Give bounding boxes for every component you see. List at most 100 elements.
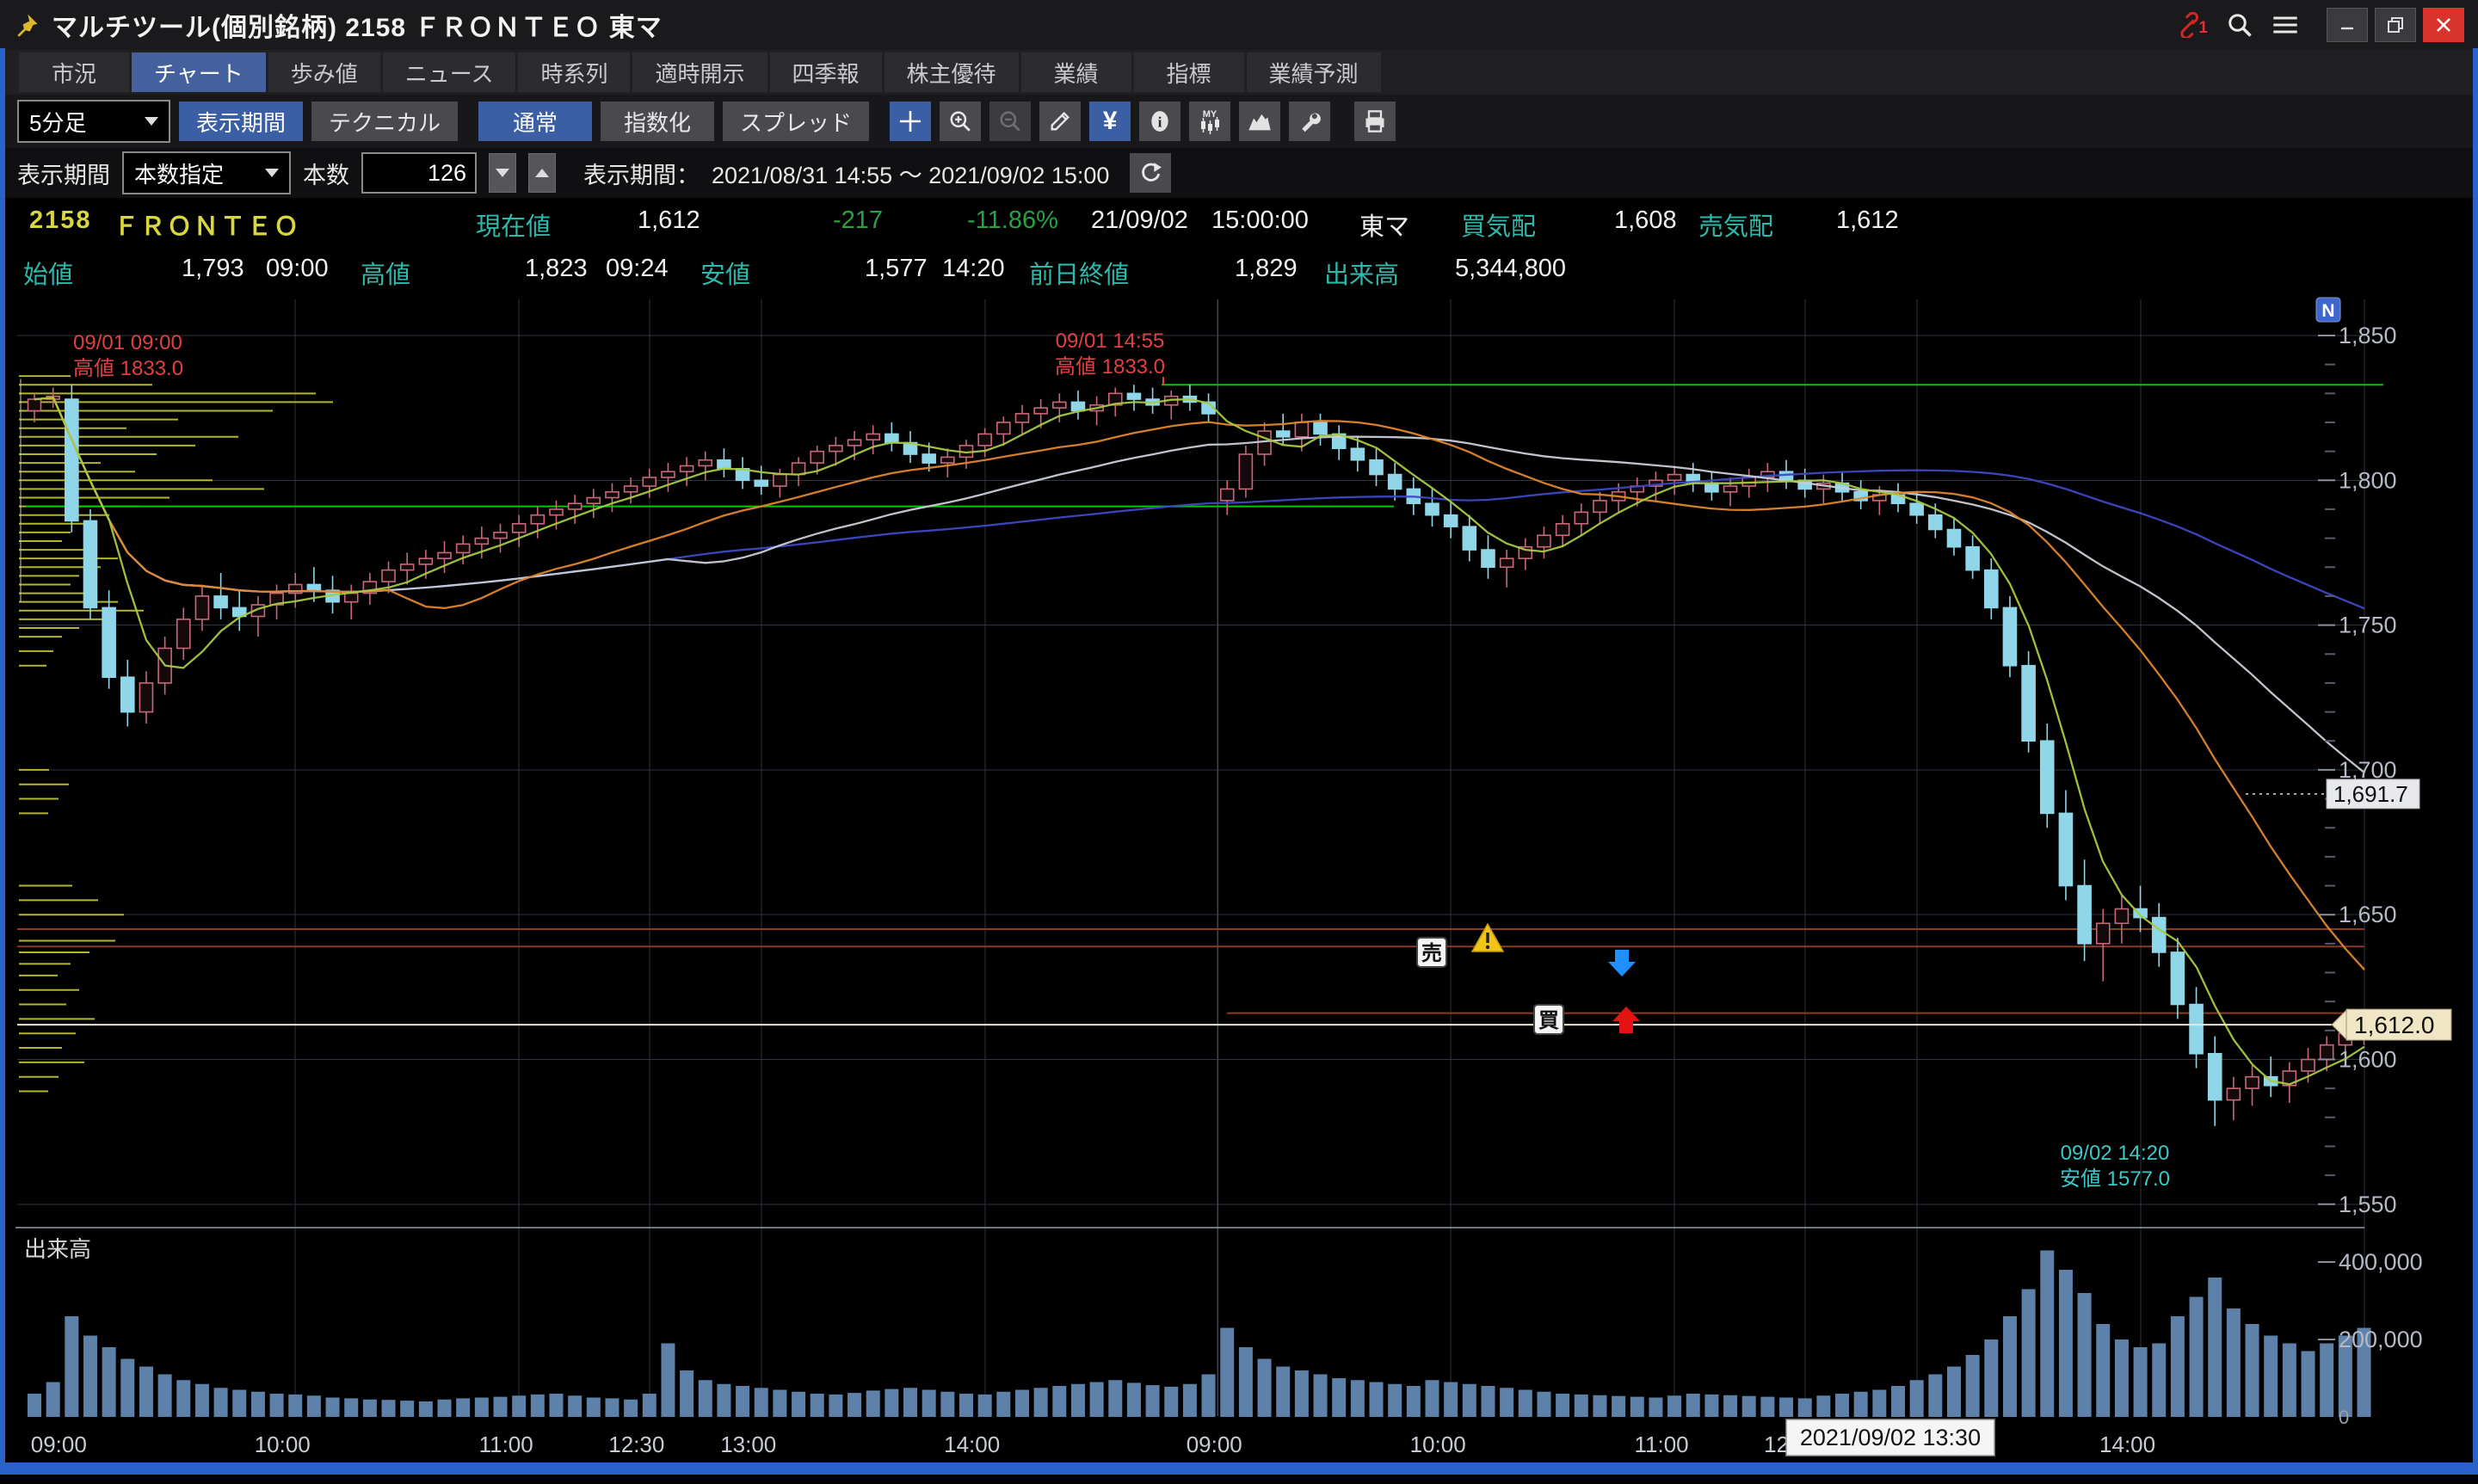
- price-change: -217: [833, 206, 883, 235]
- tab-shikiho[interactable]: 四季報: [770, 52, 882, 92]
- chart-toolbar: 5分足 表示期間 テクニカル 通常 指数化 スプレッド ¥ i MY: [5, 95, 2473, 148]
- count-mode-select[interactable]: 本数指定: [122, 151, 291, 194]
- title-bar: マルチツール(個別銘柄) 2158 ＦＲＯＮＴＥＯ 東マ 1: [0, 0, 2478, 50]
- svg-text:12:30: 12:30: [608, 1432, 664, 1457]
- range-value: 2021/08/31 14:55 ～ 2021/09/02 15:00: [712, 157, 1109, 190]
- indexed-button[interactable]: 指数化: [601, 102, 714, 141]
- ask-price: 1,612: [1836, 206, 1899, 235]
- svg-text:安値 1577.0: 安値 1577.0: [2060, 1167, 2170, 1191]
- draw-pencil-button[interactable]: [1039, 102, 1081, 141]
- close-button[interactable]: [2423, 8, 2464, 42]
- last-price: 1,612: [638, 206, 700, 235]
- svg-text:09:00: 09:00: [31, 1432, 87, 1457]
- tab-forecast[interactable]: 業績予測: [1247, 52, 1381, 92]
- svg-text:09/01 09:00: 09/01 09:00: [73, 331, 182, 354]
- link-group-number: 1: [2198, 19, 2208, 38]
- price-change-pct: -11.86%: [967, 206, 1058, 235]
- stock-code: 2158: [29, 206, 92, 235]
- low-label: 安値: [700, 255, 750, 291]
- tab-disclosure[interactable]: 適時開示: [632, 52, 767, 92]
- bid-label: 買気配: [1461, 206, 1536, 243]
- prev-close-label: 前日終値: [1029, 255, 1129, 291]
- svg-text:1,691.7: 1,691.7: [2333, 781, 2408, 807]
- quote-row-2: 始値 1,793 09:00 高値 1,823 09:24 安値 1,577 1…: [5, 246, 2473, 294]
- svg-text:1,600: 1,600: [2339, 1047, 2397, 1073]
- svg-text:出来高: 出来高: [24, 1236, 91, 1262]
- count-mode-value: 本数指定: [134, 157, 224, 189]
- svg-text:0: 0: [2339, 1407, 2349, 1428]
- settings-wrench-button[interactable]: [1289, 102, 1330, 141]
- quote-date: 21/09/02: [1091, 206, 1188, 235]
- display-period-button[interactable]: 表示期間: [179, 102, 303, 141]
- zoom-in-button[interactable]: [940, 102, 981, 141]
- svg-text:09:00: 09:00: [1187, 1432, 1242, 1457]
- svg-text:13:00: 13:00: [720, 1432, 776, 1457]
- tab-earnings[interactable]: 業績: [1021, 52, 1131, 92]
- svg-text:09/02 14:20: 09/02 14:20: [2061, 1142, 2170, 1165]
- quote-time: 15:00:00: [1211, 206, 1309, 235]
- tab-indicators[interactable]: 指標: [1134, 52, 1244, 92]
- my-indicator-button[interactable]: MY: [1189, 102, 1230, 141]
- zoom-out-button[interactable]: [989, 102, 1031, 141]
- tab-news[interactable]: ニュース: [383, 52, 516, 92]
- high-price: 1,823: [525, 255, 588, 283]
- count-label: 本数: [303, 157, 349, 190]
- technical-button[interactable]: テクニカル: [311, 102, 458, 141]
- period-settings-label: 表示期間: [17, 157, 110, 190]
- open-price: 1,793: [182, 255, 244, 283]
- count-increment-button[interactable]: [528, 153, 556, 193]
- svg-text:400,000: 400,000: [2339, 1249, 2423, 1275]
- menu-icon[interactable]: [2272, 14, 2299, 36]
- svg-text:1,612.0: 1,612.0: [2354, 1012, 2434, 1038]
- restore-button[interactable]: [2375, 8, 2416, 42]
- svg-text:1,800: 1,800: [2339, 467, 2397, 493]
- link-group-icon[interactable]: 1: [2176, 12, 2208, 38]
- bid-price: 1,608: [1614, 206, 1677, 235]
- window-bottom-border: [0, 1462, 2478, 1475]
- svg-text:11:00: 11:00: [479, 1432, 533, 1457]
- news-badge[interactable]: N: [2316, 298, 2340, 322]
- open-time: 09:00: [266, 255, 329, 283]
- candlestick-chart[interactable]: 出来高1,8501,8001,7501,7001,6501,6001,55040…: [0, 296, 2478, 1480]
- tab-chart[interactable]: チャート: [132, 52, 266, 92]
- svg-text:N: N: [2321, 301, 2334, 321]
- tab-tick[interactable]: 歩み値: [268, 52, 380, 92]
- minimize-button[interactable]: [2327, 8, 2368, 42]
- tab-bar: 市況 チャート 歩み値 ニュース 時系列 適時開示 四季報 株主優待 業績 指標…: [5, 50, 2473, 95]
- ask-label: 売気配: [1698, 206, 1773, 243]
- range-label: 表示期間：: [583, 157, 700, 190]
- search-icon[interactable]: [2227, 12, 2253, 38]
- svg-text:11:00: 11:00: [1635, 1432, 1689, 1457]
- yen-axis-button[interactable]: ¥: [1089, 102, 1131, 141]
- high-time: 09:24: [606, 255, 669, 283]
- volume-value: 5,344,800: [1455, 255, 1566, 283]
- prev-close: 1,829: [1235, 255, 1298, 283]
- svg-text:09/01 14:55: 09/01 14:55: [1056, 329, 1165, 353]
- chevron-down-icon: [145, 117, 158, 126]
- low-time: 14:20: [942, 255, 1005, 283]
- svg-text:高値 1833.0: 高値 1833.0: [73, 357, 183, 380]
- count-input[interactable]: 126: [361, 152, 477, 194]
- tab-market[interactable]: 市況: [19, 52, 129, 92]
- normal-button[interactable]: 通常: [478, 102, 592, 141]
- tab-timeseries[interactable]: 時系列: [518, 52, 630, 92]
- svg-text:高値 1833.0: 高値 1833.0: [1055, 355, 1165, 379]
- info-button[interactable]: i: [1139, 102, 1180, 141]
- svg-text:14:00: 14:00: [944, 1432, 1000, 1457]
- stock-name: ＦＲＯＮＴＥＯ: [114, 206, 300, 243]
- svg-text:1,750: 1,750: [2339, 613, 2397, 638]
- crosshair-button[interactable]: [890, 102, 931, 141]
- crosshair-tooltip: 2021/09/02 13:30: [1786, 1419, 1994, 1456]
- tab-benefit[interactable]: 株主優待: [885, 52, 1019, 92]
- svg-text:1,550: 1,550: [2339, 1192, 2397, 1217]
- area-chart-button[interactable]: [1239, 102, 1280, 141]
- period-settings-row: 表示期間 本数指定 本数 126 表示期間： 2021/08/31 14:55 …: [5, 148, 2473, 198]
- svg-text:1,650: 1,650: [2339, 902, 2397, 927]
- chevron-down-icon: [265, 169, 279, 177]
- reset-range-button[interactable]: [1130, 153, 1171, 193]
- spread-button[interactable]: スプレッド: [723, 102, 869, 141]
- timeframe-select[interactable]: 5分足: [17, 100, 170, 143]
- print-button[interactable]: [1354, 102, 1396, 141]
- count-decrement-button[interactable]: [489, 153, 516, 193]
- market-segment: 東マ: [1359, 206, 1409, 243]
